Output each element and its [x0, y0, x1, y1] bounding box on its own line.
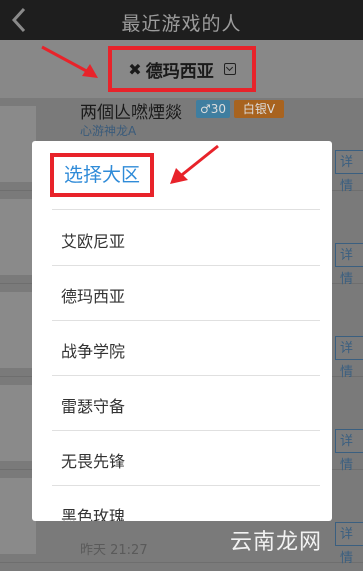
detail-button[interactable]: 详情 [335, 243, 363, 287]
last-played-time: 昨天 21:27 [80, 543, 148, 558]
avatar [0, 199, 36, 275]
watermark-text: 云南龙网 [230, 530, 323, 555]
region-selector-button[interactable]: ✖ 德玛西亚 [108, 46, 256, 92]
region-option[interactable]: 黑色玫瑰 [61, 503, 125, 521]
avatar [0, 106, 36, 182]
avatar [0, 292, 36, 368]
annotation-arrow-icon [170, 144, 219, 184]
region-option[interactable]: 战争学院 [61, 338, 125, 362]
divider [52, 265, 320, 266]
region-picker-dialog: 选择大区 艾欧尼亚 德玛西亚 战争学院 雷瑟守备 无畏先锋 黑色玫瑰 [32, 141, 332, 521]
dropdown-icon [223, 63, 236, 75]
divider [52, 375, 320, 376]
avatar [0, 478, 36, 554]
age-badge: ♂30 [196, 100, 230, 118]
close-icon: ✖ [128, 59, 142, 79]
detail-button[interactable]: 详情 [335, 150, 363, 194]
detail-button[interactable]: 详情 [335, 522, 363, 566]
page-title: 最近游戏的人 [121, 13, 242, 35]
region-option[interactable]: 德玛西亚 [61, 283, 125, 307]
divider [52, 430, 320, 431]
divider [52, 485, 320, 486]
region-option[interactable]: 无畏先锋 [61, 448, 125, 472]
region-name: 德玛西亚 [145, 61, 214, 82]
annotation-arrow-icon [41, 45, 98, 78]
region-option[interactable]: 艾欧尼亚 [61, 228, 125, 252]
title-bar: 最近游戏的人 [0, 0, 363, 40]
rank-badge: 白银V [234, 100, 284, 118]
divider [52, 320, 320, 321]
region-option[interactable]: 雷瑟守备 [61, 393, 125, 417]
avatar [0, 385, 36, 461]
player-subtitle: 心游神龙A [80, 124, 137, 138]
dialog-title: 选择大区 [50, 153, 154, 197]
detail-button[interactable]: 详情 [335, 429, 363, 473]
divider [52, 209, 320, 210]
detail-button[interactable]: 详情 [335, 336, 363, 380]
player-name: 两個亾嘫煙燚 [80, 103, 182, 123]
